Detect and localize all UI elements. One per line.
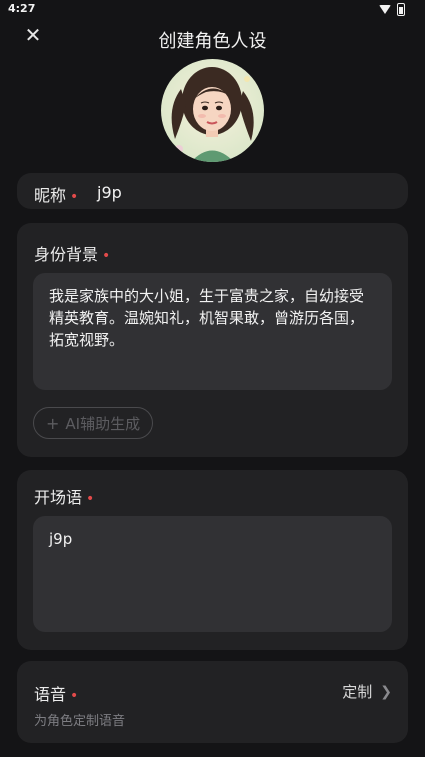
voice-card[interactable]: 语音 • 定制 ❯ 为角色定制语音 <box>17 661 408 743</box>
identity-label: 身份背景 <box>34 245 99 264</box>
wifi-icon <box>379 5 391 14</box>
required-mark: • <box>70 189 79 205</box>
voice-label-row: 语音 • <box>34 681 78 705</box>
chevron-right-icon: ❯ <box>380 683 392 700</box>
voice-value: 定制 <box>342 683 373 701</box>
nickname-card: 昵称 • j9p <box>17 173 408 209</box>
opening-textarea[interactable]: j9p <box>33 516 392 632</box>
page-title: 创建角色人设 <box>158 31 267 52</box>
opening-card: 开场语 • j9p <box>17 470 408 650</box>
avatar-portrait <box>161 59 264 162</box>
plus-icon: + <box>46 413 60 433</box>
opening-label: 开场语 <box>34 488 83 507</box>
status-time: 4:27 <box>8 2 36 15</box>
voice-label: 语音 <box>34 685 67 704</box>
required-mark: • <box>70 688 79 704</box>
nickname-label-row: 昵称 • <box>34 182 78 206</box>
identity-textarea[interactable]: 我是家族中的大小姐，生于富贵之家，自幼接受精英教育。温婉知礼，机智果敢，曾游历各… <box>33 273 392 390</box>
character-avatar[interactable] <box>161 59 264 162</box>
create-character-screen: 4:27 ✕ 创建角色人设 昵称 • j9p 身份背景 • 我是家族中的大小姐，… <box>0 0 425 757</box>
ai-generate-label: AI辅助生成 <box>65 414 141 433</box>
required-mark: • <box>102 248 111 264</box>
ai-generate-button[interactable]: + AI辅助生成 <box>33 407 154 439</box>
voice-customize-button[interactable]: 定制 ❯ <box>342 681 392 702</box>
status-icons <box>379 3 405 16</box>
opening-label-row: 开场语 • <box>34 484 94 508</box>
identity-card: 身份背景 • 我是家族中的大小姐，生于富贵之家，自幼接受精英教育。温婉知礼，机智果… <box>17 223 408 457</box>
battery-icon <box>397 3 405 16</box>
status-bar: 4:27 <box>0 0 425 20</box>
identity-label-row: 身份背景 • <box>34 241 110 265</box>
nickname-label: 昵称 <box>34 186 67 205</box>
voice-subtitle: 为角色定制语音 <box>34 714 126 729</box>
nickname-input[interactable]: j9p <box>97 183 122 202</box>
required-mark: • <box>86 491 95 507</box>
